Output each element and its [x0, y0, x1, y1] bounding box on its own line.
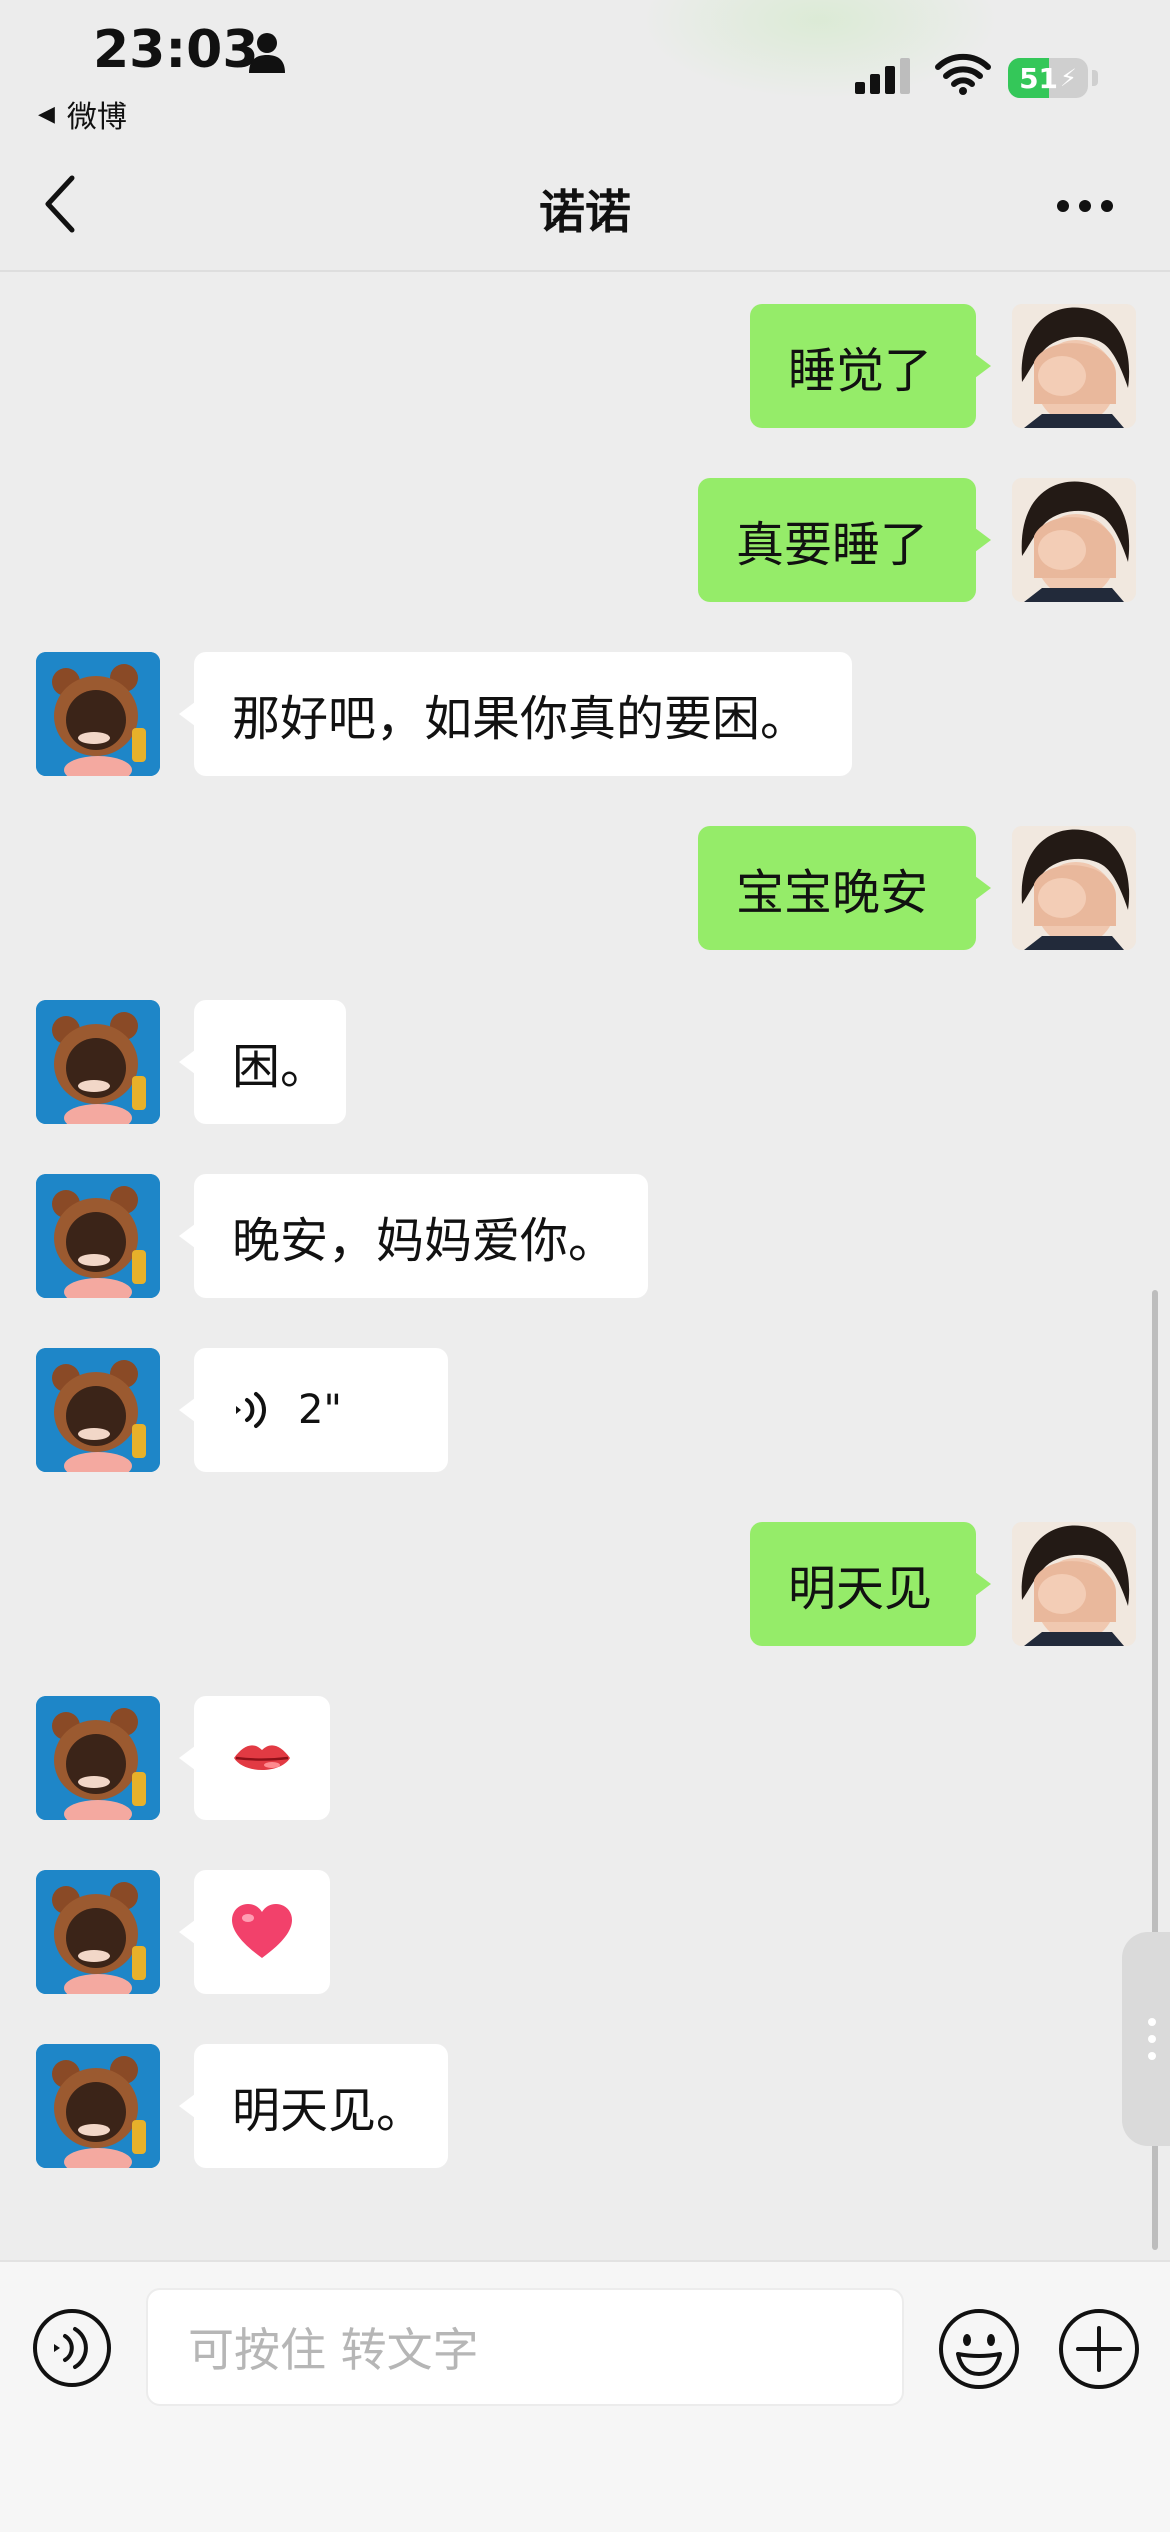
contact-avatar[interactable]	[36, 1174, 160, 1298]
message-input[interactable]: 可按住 转文字	[146, 2288, 904, 2406]
emoji-message-bubble[interactable]	[179, 1696, 330, 1820]
back-app-label: 微博	[66, 100, 127, 135]
message-bubble[interactable]: 真要睡了	[698, 478, 991, 602]
charging-bolt-icon: ⚡	[1060, 64, 1077, 92]
contact-avatar[interactable]	[36, 1696, 160, 1820]
side-drag-handle[interactable]	[1122, 1932, 1170, 2146]
back-app-arrow-icon: ◀	[38, 101, 55, 127]
message-text: 困。	[232, 1039, 329, 1095]
top-bar: 23:03 ◀ 微博 51 ⚡ 诺诺	[0, 0, 1170, 272]
person-icon	[249, 33, 285, 73]
contact-avatar[interactable]	[36, 2044, 160, 2168]
plus-icon[interactable]	[1058, 2308, 1140, 2390]
chat-title: 诺诺	[539, 185, 631, 239]
heart-emoji	[232, 1904, 292, 1960]
contact-avatar[interactable]	[36, 1000, 160, 1124]
contact-avatar[interactable]	[36, 1348, 160, 1472]
message-bubble[interactable]: 晚安，妈妈爱你。	[179, 1174, 648, 1298]
handle-dots-icon	[1148, 2018, 1156, 2060]
message-bubble[interactable]: 明天见。	[179, 2044, 448, 2168]
wifi-icon	[935, 53, 991, 95]
message-text: 那好吧，如果你真的要困。	[232, 691, 809, 747]
lips-emoji	[232, 1738, 292, 1778]
input-placeholder: 可按住 转文字	[188, 2323, 479, 2377]
emoji-icon[interactable]	[938, 2308, 1020, 2390]
message-bubble[interactable]: 困。	[179, 1000, 346, 1124]
contact-avatar[interactable]	[36, 1870, 160, 1994]
battery-tip	[1092, 70, 1098, 86]
input-bar: 可按住 转文字	[0, 2260, 1170, 2532]
battery-icon: 51 ⚡	[1008, 58, 1088, 98]
message-text: 宝宝晚安	[736, 865, 929, 921]
voice-duration: 2"	[298, 1387, 342, 1433]
battery-level: 51	[1019, 61, 1059, 95]
message-text: 明天见。	[232, 2083, 425, 2139]
my-avatar[interactable]	[1012, 304, 1136, 428]
message-text: 真要睡了	[736, 517, 929, 573]
message-text: 明天见	[788, 1561, 933, 1617]
signal-icon	[855, 58, 910, 94]
my-avatar[interactable]	[1012, 1522, 1136, 1646]
contact-avatar[interactable]	[36, 652, 160, 776]
battery-level-wrap: 51 ⚡	[1008, 58, 1088, 98]
message-bubble[interactable]: 明天见	[750, 1522, 991, 1646]
voice-message-bubble[interactable]: 2"	[179, 1348, 448, 1472]
emoji-message-bubble[interactable]	[179, 1870, 330, 1994]
voice-wave-icon	[236, 1392, 266, 1428]
message-text: 晚安，妈妈爱你。	[232, 1213, 617, 1269]
message-bubble[interactable]: 宝宝晚安	[698, 826, 991, 950]
message-text: 睡觉了	[788, 343, 933, 399]
back-to-app[interactable]: ◀ 微博	[38, 92, 127, 136]
message-bubble[interactable]: 那好吧，如果你真的要困。	[179, 652, 852, 776]
message-bubble[interactable]: 睡觉了	[750, 304, 991, 428]
more-dots-icon[interactable]	[1055, 198, 1115, 214]
status-time: 23:03	[93, 20, 259, 80]
my-avatar[interactable]	[1012, 826, 1136, 950]
my-avatar[interactable]	[1012, 478, 1136, 602]
voice-toggle-icon[interactable]	[32, 2308, 112, 2388]
